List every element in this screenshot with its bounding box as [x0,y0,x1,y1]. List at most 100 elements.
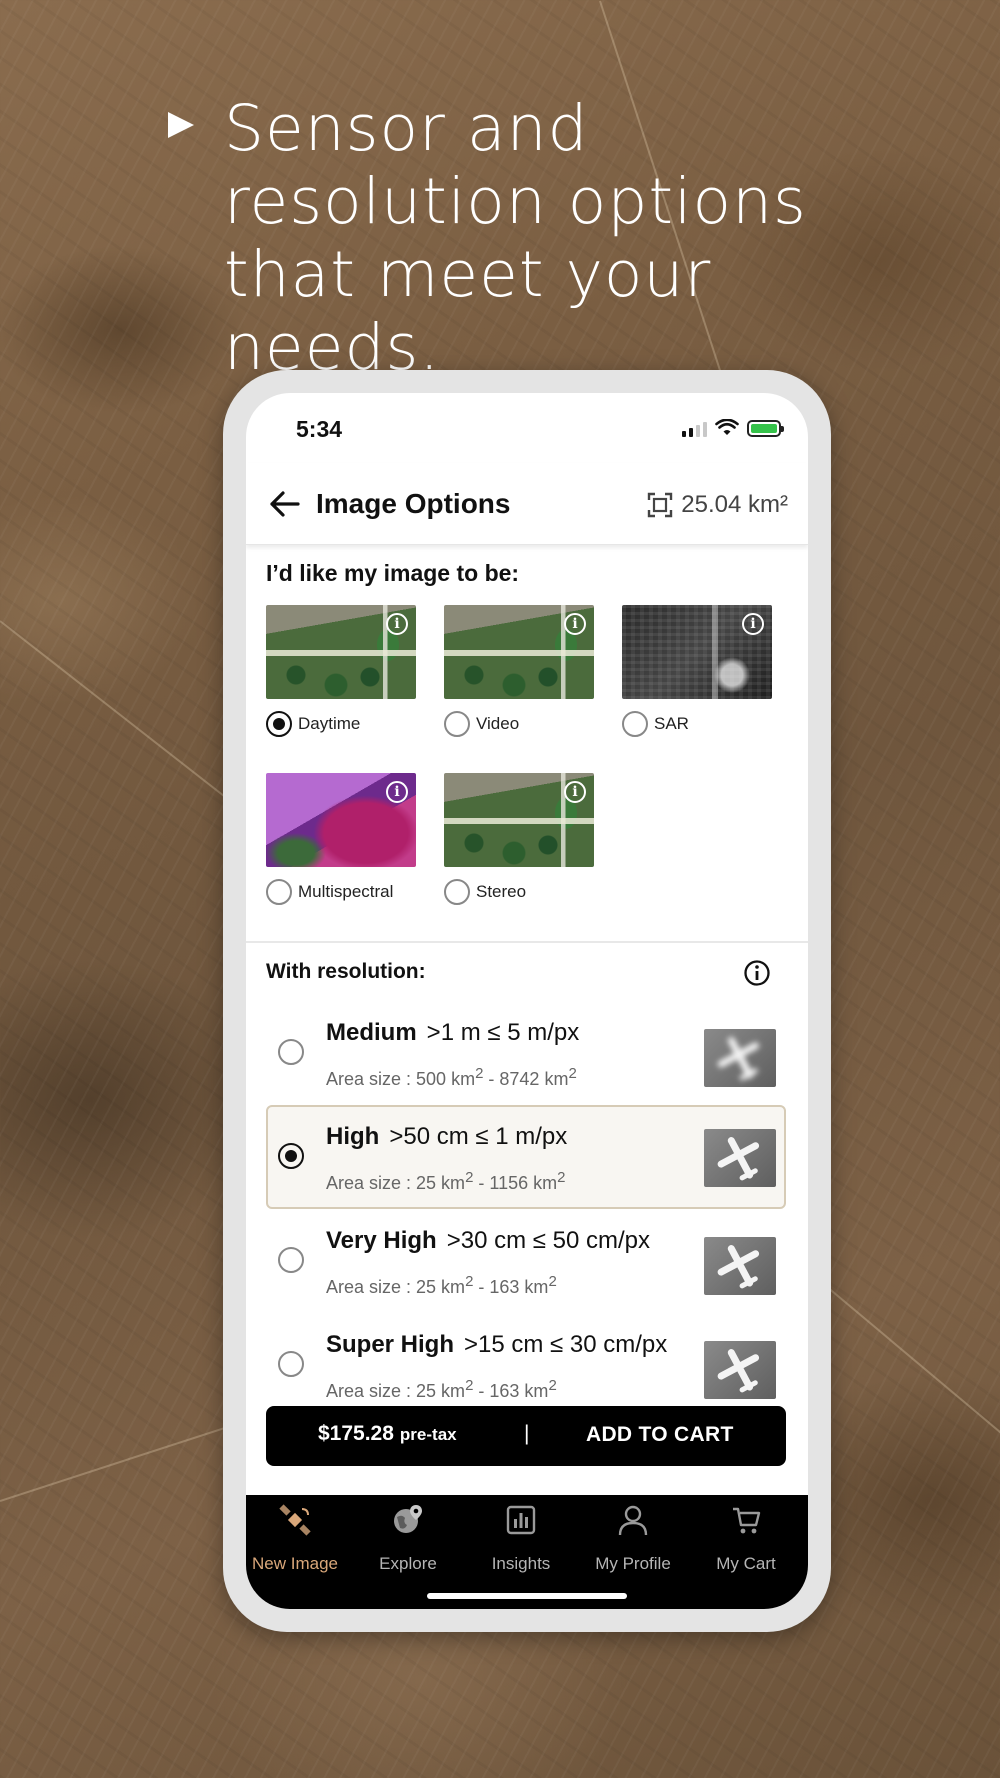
radio-super-high[interactable] [278,1351,304,1377]
resolution-area: Area size : 25 km2 - 163 km2 [326,1377,557,1402]
resolution-area: Area size : 500 km2 - 8742 km2 [326,1065,577,1090]
area-max: - 1156 km [473,1173,558,1193]
radio-daytime[interactable] [266,711,292,737]
resolution-name: High [326,1123,380,1150]
area-unit-sup: 2 [568,1065,577,1082]
airplane-icon [704,1029,776,1087]
radio-medium[interactable] [278,1039,304,1065]
area-min: Area size : 25 km [326,1173,466,1193]
resolution-range: >30 cm ≤ 50 cm/px [446,1227,650,1254]
tab-label: My Profile [595,1554,671,1573]
phone-frame: 5:34 Image Options 25.04 km² I’d like my… [223,370,831,1632]
tab-my-profile[interactable]: My Profile [577,1503,689,1574]
tab-label: Explore [379,1554,437,1573]
area-unit-sup: 2 [548,1377,557,1394]
area-frame-icon [648,492,673,518]
resolution-option-super-high[interactable]: Super High >15 cm ≤ 30 cm/px Area size : … [266,1313,786,1417]
very-high-preview-image [704,1237,776,1295]
resolution-name: Medium [326,1019,417,1046]
image-option-sar[interactable]: i SAR [622,605,772,737]
radio-sar[interactable] [622,711,648,737]
area-min: Area size : 25 km [326,1277,466,1297]
pretax-label: pre-tax [399,1425,457,1444]
option-label: SAR [654,714,689,733]
radio-video[interactable] [444,711,470,737]
radio-very-high[interactable] [278,1247,304,1273]
image-type-heading: I’d like my image to be: [266,560,520,586]
person-icon [618,1505,648,1536]
cart-icon [733,1507,761,1534]
wifi-icon [715,419,739,435]
signal-icon [682,421,707,437]
info-icon[interactable]: i [386,613,408,635]
option-label: Daytime [298,714,361,733]
price-value: $175.28 [318,1422,394,1445]
resolution-title: Medium >1 m ≤ 5 m/px [326,1019,579,1047]
image-option-daytime[interactable]: i Daytime [266,605,416,737]
area-min: Area size : 25 km [326,1381,466,1401]
resolution-option-high[interactable]: High >50 cm ≤ 1 m/px Area size : 25 km 2 -… [266,1105,786,1209]
resolution-title: High >50 cm ≤ 1 m/px [326,1123,567,1151]
resolution-range: >15 cm ≤ 30 cm/px [464,1331,668,1358]
info-icon[interactable]: i [386,781,408,803]
info-icon[interactable]: i [564,781,586,803]
resolution-name: Super High [326,1331,455,1358]
super-high-preview-image [704,1341,776,1399]
area-unit-sup: 2 [548,1273,557,1290]
home-indicator[interactable] [427,1593,627,1599]
radio-stereo[interactable] [444,879,470,905]
back-arrow-icon[interactable] [270,491,300,517]
tab-insights[interactable]: Insights [465,1503,577,1574]
option-label: Video [476,714,520,733]
radio-multispectral[interactable] [266,879,292,905]
resolution-area: Area size : 25 km2 - 163 km2 [326,1273,557,1298]
cart-price: $175.28 pre-tax [318,1422,457,1446]
airplane-icon [704,1341,776,1399]
stereo-thumbnail: i [444,773,594,867]
add-to-cart-button[interactable]: $175.28 pre-tax | ADD TO CART [266,1406,786,1466]
info-icon[interactable]: i [742,613,764,635]
resolution-info-icon[interactable] [743,959,771,987]
tab-label: New Image [252,1554,338,1573]
airplane-icon [704,1129,776,1187]
image-option-multispectral[interactable]: i Multispectral [266,773,416,905]
image-option-video[interactable]: i Video [444,605,594,737]
resolution-option-very-high[interactable]: Very High >30 cm ≤ 50 cm/px Area size : 2… [266,1209,786,1313]
airplane-icon [704,1237,776,1295]
multispectral-thumbnail: i [266,773,416,867]
button-separator: | [524,1422,530,1445]
status-time: 5:34 [296,416,343,442]
high-preview-image [704,1129,776,1187]
satellite-icon [279,1504,311,1536]
area-max: - 163 km [473,1277,549,1297]
image-option-stereo[interactable]: i Stereo [444,773,594,905]
tab-label: My Cart [716,1554,776,1573]
app-bar: Image Options 25.04 km² [246,463,808,545]
page-title: Image Options [316,488,511,519]
video-thumbnail: i [444,605,594,699]
section-divider [246,941,808,943]
area-min: Area size : 500 km [326,1069,476,1089]
resolution-name: Very High [326,1227,437,1254]
info-icon[interactable]: i [564,613,586,635]
radio-high[interactable] [278,1143,304,1169]
daytime-thumbnail: i [266,605,416,699]
medium-preview-image [704,1029,776,1087]
resolution-title: Very High >30 cm ≤ 50 cm/px [326,1227,650,1255]
bar-chart-icon [506,1505,536,1535]
area-max: - 8742 km [483,1069,569,1089]
tab-explore[interactable]: Explore [352,1503,464,1574]
resolution-option-medium[interactable]: Medium >1 m ≤ 5 m/px Area size : 500 km2 … [266,1001,786,1105]
tab-label: Insights [491,1554,551,1573]
status-bar: 5:34 [246,393,808,463]
option-label: Stereo [476,882,527,901]
resolution-range: >50 cm ≤ 1 m/px [389,1123,568,1150]
resolution-title: Super High >15 cm ≤ 30 cm/px [326,1331,667,1359]
option-label: Multispectral [298,882,394,901]
sar-thumbnail: i [622,605,772,699]
tab-my-cart[interactable]: My Cart [690,1503,802,1574]
tab-new-image[interactable]: New Image [246,1503,351,1574]
globe-pin-icon [394,1505,422,1533]
area-unit-sup: 2 [557,1169,566,1186]
area-max: - 163 km [473,1381,549,1401]
